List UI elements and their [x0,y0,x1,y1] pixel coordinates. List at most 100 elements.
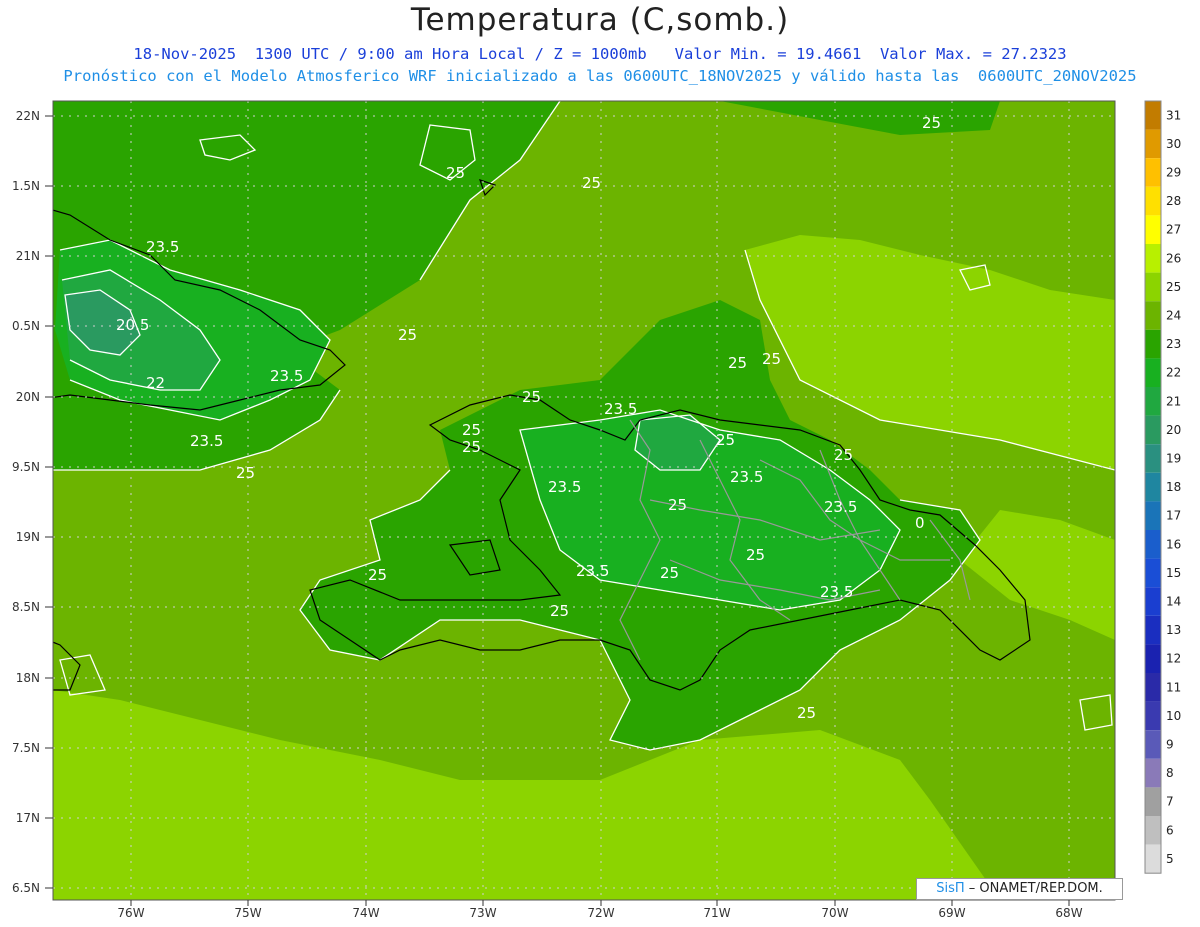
contour-label: 25 [236,464,255,482]
lat-label: 6.5N [12,881,40,895]
colorbar-swatch [1145,501,1161,530]
lat-label: 21N [16,249,40,263]
colorbar-swatch [1145,472,1161,502]
lat-label: 19N [16,530,40,544]
contour-label: 25 [462,421,481,439]
lat-label: 8.5N [12,600,40,614]
colorbar: 31 30 29 28 27 26 25 24 23 22 21 20 19 18 17 16 15 14 13 12… [1144,100,1181,874]
colorbar-swatch [1145,444,1161,473]
colorbar-label: 27 [1166,223,1181,237]
colorbar-swatch [1145,301,1161,330]
colorbar-label: 25 [1166,280,1181,294]
colorbar-swatch [1145,816,1161,845]
latitude-axis: 22N 1.5N 21N 0.5N 20N 9.5N 19N 8.5N 18N … [12,109,40,895]
colorbar-label: 5 [1166,852,1174,866]
contour-label: 23.5 [576,562,609,580]
colorbar-swatch [1145,673,1161,702]
contour-label: 0 [915,514,925,532]
colorbar-swatch [1145,644,1161,673]
lon-label: 76W [117,906,144,920]
contour-label: 20.5 [116,316,149,334]
map-plot-area: 25 25 25 23.5 20.5 22 23.5 3.5 23.5 25 2… [53,101,1115,900]
colorbar-label: 9 [1166,738,1174,752]
colorbar-label: 21 [1166,394,1181,408]
contour-label: 22 [146,374,165,392]
contour-label: 25 [582,174,601,192]
lat-label: 18N [16,671,40,685]
contour-label: 25 [746,546,765,564]
colorbar-swatch [1145,758,1161,788]
colorbar-label: 18 [1166,480,1181,494]
colorbar-swatch [1145,129,1161,159]
credit-text: – ONAMET/REP.DOM. [964,881,1103,896]
lon-label: 75W [234,906,261,920]
lon-label: 72W [587,906,614,920]
contour-label: 25 [668,496,687,514]
colorbar-swatch [1145,558,1161,588]
lon-label: 68W [1055,906,1082,920]
contour-label: 25 [762,350,781,368]
colorbar-swatch [1145,329,1161,359]
lat-label: 0.5N [12,319,40,333]
colorbar-swatch [1145,415,1161,445]
colorbar-label: 22 [1166,366,1181,380]
lat-label: 17N [16,811,40,825]
colorbar-swatch [1145,615,1161,645]
contour-label: 23.5 [824,498,857,516]
colorbar-label: 19 [1166,452,1181,466]
colorbar-swatch [1145,730,1161,759]
colorbar-swatch [1145,587,1161,616]
contour-label: 25 [716,431,735,449]
contour-label: 23.5 [146,238,179,256]
colorbar-swatch [1145,272,1161,302]
lon-label: 69W [938,906,965,920]
lon-label: 74W [352,906,379,920]
colorbar-label: 7 [1166,795,1174,809]
contour-label: 25 [522,388,541,406]
contour-label: 23.5 [730,468,763,486]
lon-label: 71W [703,906,730,920]
colorbar-swatch [1145,358,1161,387]
contour-label: 23.5 [190,432,223,450]
contour-label: 23.5 [548,478,581,496]
contour-label: 23.5 [820,583,853,601]
contour-label: 25 [550,602,569,620]
contour-label: 25 [446,164,465,182]
colorbar-swatch [1145,101,1161,130]
colorbar-swatch [1145,215,1161,244]
longitude-axis: 76W 75W 74W 73W 72W 71W 70W 69W 68W [117,906,1082,920]
colorbar-label: 6 [1166,823,1174,837]
contour-label: 23.5 [604,400,637,418]
colorbar-label: 28 [1166,194,1181,208]
colorbar-swatch [1145,530,1161,559]
colorbar-label: 8 [1166,766,1174,780]
colorbar-swatch [1145,787,1161,816]
colorbar-label: 14 [1166,595,1181,609]
contour-label: 25 [797,704,816,722]
colorbar-label: 29 [1166,166,1181,180]
contour-label: 23.5 [270,367,303,385]
colorbar-label: 11 [1166,680,1181,694]
contour-label: 25 [398,326,417,344]
contour-label: 25 [922,114,941,132]
contour-label: 25 [728,354,747,372]
contour-label: 25 [834,446,853,464]
lon-label: 70W [821,906,848,920]
lat-label: 1.5N [12,179,40,193]
colorbar-label: 26 [1166,251,1181,265]
colorbar-label: 13 [1166,623,1181,637]
colorbar-swatch [1145,387,1161,416]
lat-label: 20N [16,390,40,404]
contour-label: 25 [462,438,481,456]
credit-logo: SisΠ – ONAMET/REP.DOM. [916,878,1123,900]
colorbar-label: 12 [1166,652,1181,666]
latitude-ticks [45,115,53,889]
lat-label: 9.5N [12,460,40,474]
colorbar-label: 24 [1166,309,1181,323]
sis-brand: SisΠ [936,881,965,896]
contour-label: 25 [660,564,679,582]
colorbar-swatch [1145,158,1161,187]
colorbar-label: 16 [1166,537,1181,551]
lat-label: 7.5N [12,741,40,755]
colorbar-label: 10 [1166,709,1181,723]
